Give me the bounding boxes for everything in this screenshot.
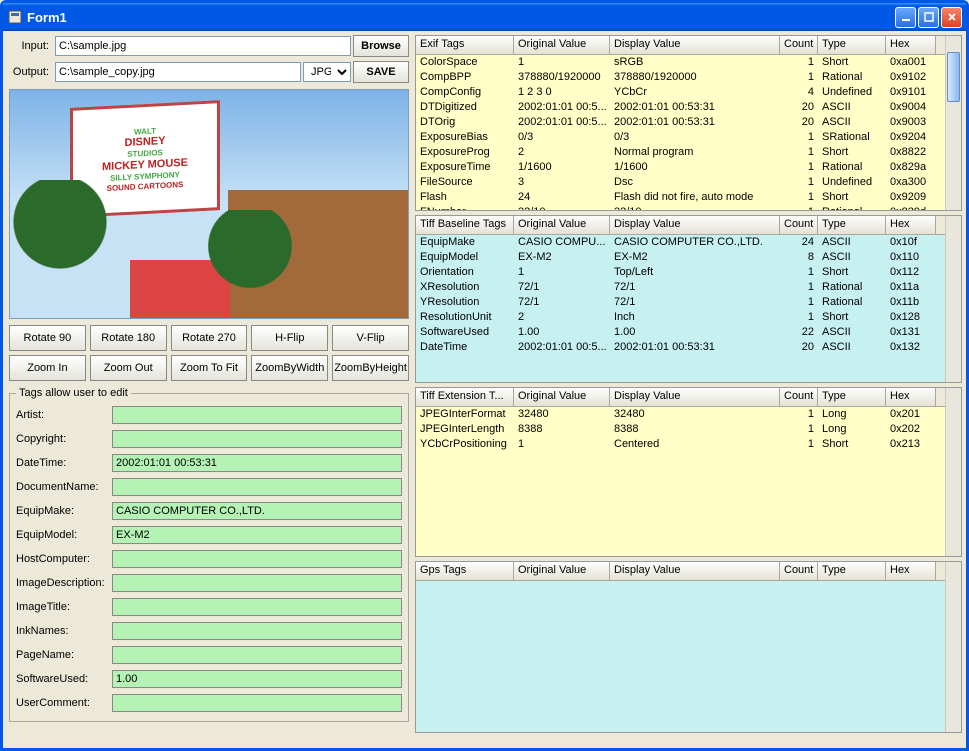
scrollbar[interactable] xyxy=(945,216,961,382)
table-row[interactable]: CompConfig1 2 3 0YCbCr4Undefined0x9101 xyxy=(416,85,945,100)
tag-input[interactable] xyxy=(112,526,402,544)
table-row[interactable]: DateTime2002:01:01 00:5...2002:01:01 00:… xyxy=(416,340,945,355)
close-button[interactable] xyxy=(941,7,962,28)
zoom-fit-button[interactable]: Zoom To Fit xyxy=(171,355,248,381)
table-row[interactable]: ExposureBias0/30/31SRational0x9204 xyxy=(416,130,945,145)
table-row[interactable]: Flash24Flash did not fire, auto mode1Sho… xyxy=(416,190,945,205)
input-label: Input: xyxy=(9,40,53,52)
table-row[interactable]: DTDigitized2002:01:01 00:5...2002:01:01 … xyxy=(416,100,945,115)
rotate-180-button[interactable]: Rotate 180 xyxy=(90,325,167,351)
table-row[interactable]: EquipModelEX-M2EX-M28ASCII0x110 xyxy=(416,250,945,265)
tag-input[interactable] xyxy=(112,574,402,592)
tag-label: Copyright: xyxy=(16,433,112,445)
app-icon xyxy=(7,9,23,25)
table-row[interactable]: SoftwareUsed1.001.0022ASCII0x131 xyxy=(416,325,945,340)
output-label: Output: xyxy=(9,66,53,78)
vflip-button[interactable]: V-Flip xyxy=(332,325,409,351)
maximize-button[interactable] xyxy=(918,7,939,28)
panel-tiff-extension: Tiff Extension T...Original ValueDisplay… xyxy=(415,387,962,557)
format-select[interactable]: JPG xyxy=(303,62,351,82)
table-row[interactable]: ResolutionUnit2Inch1Short0x128 xyxy=(416,310,945,325)
tag-label: DocumentName: xyxy=(16,481,112,493)
tag-label: DateTime: xyxy=(16,457,112,469)
window-title: Form1 xyxy=(27,10,895,25)
tag-label: HostComputer: xyxy=(16,553,112,565)
minimize-button[interactable] xyxy=(895,7,916,28)
table-row[interactable]: JPEGInterLength838883881Long0x202 xyxy=(416,422,945,437)
tag-input[interactable] xyxy=(112,454,402,472)
panel-gps: Gps TagsOriginal ValueDisplay ValueCount… xyxy=(415,561,962,733)
tag-input[interactable] xyxy=(112,646,402,664)
tag-input[interactable] xyxy=(112,406,402,424)
rotate-90-button[interactable]: Rotate 90 xyxy=(9,325,86,351)
editable-tags-group: Tags allow user to edit Artist: Copyright… xyxy=(9,387,409,722)
tag-input[interactable] xyxy=(112,622,402,640)
panel-exif: Exif TagsOriginal ValueDisplay ValueCoun… xyxy=(415,35,962,211)
tag-label: InkNames: xyxy=(16,625,112,637)
tag-label: UserComment: xyxy=(16,697,112,709)
tags-legend: Tags allow user to edit xyxy=(16,387,131,399)
zoom-out-button[interactable]: Zoom Out xyxy=(90,355,167,381)
table-row[interactable]: ExposureTime1/16001/16001Rational0x829a xyxy=(416,160,945,175)
scrollbar[interactable] xyxy=(945,36,961,210)
tag-input[interactable] xyxy=(112,430,402,448)
table-row[interactable]: FNumber32/1032/101Rational0x829d xyxy=(416,205,945,210)
tag-input[interactable] xyxy=(112,478,402,496)
tag-label: PageName: xyxy=(16,649,112,661)
tag-label: EquipModel: xyxy=(16,529,112,541)
tag-label: SoftwareUsed: xyxy=(16,673,112,685)
zoom-in-button[interactable]: Zoom In xyxy=(9,355,86,381)
save-button[interactable]: SAVE xyxy=(353,61,409,83)
tag-label: ImageTitle: xyxy=(16,601,112,613)
rotate-270-button[interactable]: Rotate 270 xyxy=(171,325,248,351)
tag-input[interactable] xyxy=(112,550,402,568)
browse-button[interactable]: Browse xyxy=(353,35,409,57)
table-header: Exif TagsOriginal ValueDisplay ValueCoun… xyxy=(416,36,945,55)
table-row[interactable]: XResolution72/172/11Rational0x11a xyxy=(416,280,945,295)
table-header: Tiff Baseline TagsOriginal ValueDisplay … xyxy=(416,216,945,235)
tag-label: ImageDescription: xyxy=(16,577,112,589)
zoom-height-button[interactable]: ZoomByHeight xyxy=(332,355,409,381)
input-path[interactable] xyxy=(55,36,351,56)
image-preview: WALT DISNEY STUDIOS MICKEY MOUSE SILLY S… xyxy=(9,89,409,319)
table-header: Gps TagsOriginal ValueDisplay ValueCount… xyxy=(416,562,945,581)
table-row[interactable]: YCbCrPositioning1Centered1Short0x213 xyxy=(416,437,945,452)
titlebar[interactable]: Form1 xyxy=(3,3,966,31)
scrollbar[interactable] xyxy=(945,388,961,556)
scrollbar[interactable] xyxy=(945,562,961,732)
zoom-width-button[interactable]: ZoomByWidth xyxy=(251,355,328,381)
table-row[interactable]: DTOrig2002:01:01 00:5...2002:01:01 00:53… xyxy=(416,115,945,130)
table-row[interactable]: CompBPP378880/1920000378880/19200001Rati… xyxy=(416,70,945,85)
tag-input[interactable] xyxy=(112,670,402,688)
table-row[interactable]: ColorSpace1sRGB1Short0xa001 xyxy=(416,55,945,70)
tag-label: Artist: xyxy=(16,409,112,421)
hflip-button[interactable]: H-Flip xyxy=(251,325,328,351)
table-row[interactable]: JPEGInterFormat32480324801Long0x201 xyxy=(416,407,945,422)
table-row[interactable]: FileSource3Dsc1Undefined0xa300 xyxy=(416,175,945,190)
table-row[interactable]: Orientation1Top/Left1Short0x112 xyxy=(416,265,945,280)
tag-input[interactable] xyxy=(112,502,402,520)
tag-input[interactable] xyxy=(112,598,402,616)
table-header: Tiff Extension T...Original ValueDisplay… xyxy=(416,388,945,407)
tag-input[interactable] xyxy=(112,694,402,712)
table-row[interactable]: EquipMakeCASIO COMPU...CASIO COMPUTER CO… xyxy=(416,235,945,250)
app-window: Form1 Input: Browse Output: JPG SAVE xyxy=(0,0,969,751)
table-row[interactable]: YResolution72/172/11Rational0x11b xyxy=(416,295,945,310)
output-path[interactable] xyxy=(55,62,301,82)
table-row[interactable]: ExposureProg2Normal program1Short0x8822 xyxy=(416,145,945,160)
tag-label: EquipMake: xyxy=(16,505,112,517)
panel-tiff-baseline: Tiff Baseline TagsOriginal ValueDisplay … xyxy=(415,215,962,383)
